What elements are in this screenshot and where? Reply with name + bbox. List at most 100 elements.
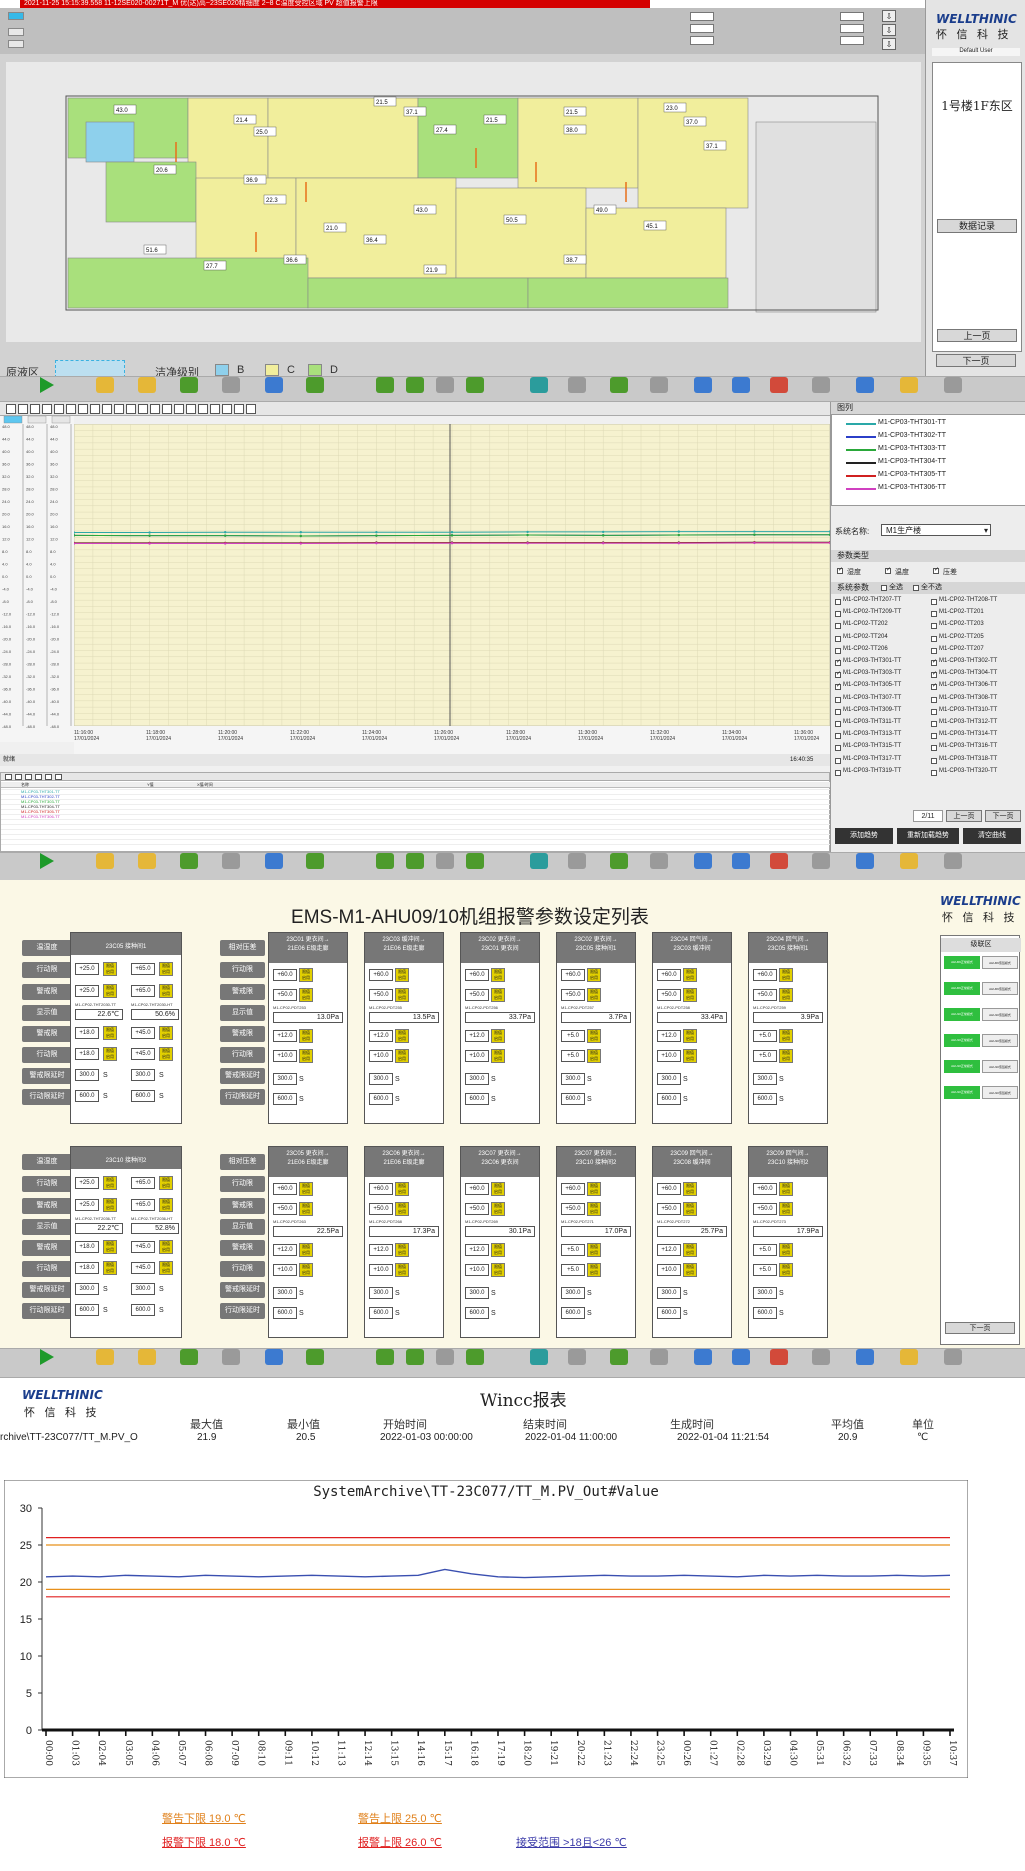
clear-curve-button[interactable]: 清空曲线	[963, 828, 1021, 844]
limit-enable-button[interactable]: 限值 启用	[683, 1243, 697, 1257]
delay-field[interactable]: 300.0	[753, 1073, 777, 1085]
delay-field[interactable]: 300.0	[657, 1073, 681, 1085]
param-checkbox[interactable]	[931, 733, 937, 740]
limit-field[interactable]: +60.0	[753, 969, 777, 981]
limit-field[interactable]: +12.0	[657, 1030, 681, 1042]
limit-enable-button[interactable]: 限值 启用	[159, 1261, 173, 1275]
param-checkbox[interactable]	[835, 708, 841, 715]
printer-icon[interactable]	[186, 404, 196, 414]
limit-field[interactable]: +60.0	[561, 1183, 585, 1195]
printer-icon[interactable]	[812, 1349, 830, 1365]
limit-enable-button[interactable]: 限值 启用	[587, 988, 601, 1002]
screen-icon[interactable]	[694, 853, 712, 869]
param-checkbox[interactable]	[835, 733, 841, 740]
limit-field[interactable]: +5.0	[561, 1030, 585, 1042]
limit-field[interactable]: +65.0	[131, 963, 155, 975]
layout-icon[interactable]	[650, 1349, 668, 1365]
cascade-duty-button[interactable]: AHU10值班模式	[982, 1086, 1018, 1099]
series-legend-label[interactable]: M1-CP03-THT304-TT	[878, 458, 946, 465]
arrow-up-icon[interactable]	[406, 1349, 424, 1365]
limit-field[interactable]: +25.0	[75, 1199, 99, 1211]
trend-icon[interactable]	[222, 853, 240, 869]
limit-field[interactable]: +25.0	[75, 1177, 99, 1189]
limit-enable-button[interactable]: 限值 启用	[587, 1182, 601, 1196]
pen-icon[interactable]	[246, 404, 256, 414]
move-icon[interactable]	[138, 404, 148, 414]
limit-field[interactable]: +10.0	[273, 1050, 297, 1062]
limit-enable-button[interactable]: 限值 启用	[159, 1026, 173, 1040]
param-type-checkbox[interactable]	[885, 566, 891, 574]
limit-field[interactable]: +10.0	[465, 1050, 489, 1062]
arrow-right-icon[interactable]	[466, 377, 484, 393]
limit-enable-button[interactable]: 限值 启用	[395, 1243, 409, 1257]
param-checkbox[interactable]	[835, 658, 841, 666]
limit-enable-button[interactable]: 限值 启用	[103, 1198, 117, 1212]
delay-field[interactable]: 600.0	[273, 1093, 297, 1105]
limit-enable-button[interactable]: 限值 启用	[159, 962, 173, 976]
delay-field[interactable]: 600.0	[465, 1307, 489, 1319]
select-all-checkbox[interactable]	[881, 585, 887, 591]
limit-field[interactable]: +50.0	[561, 1203, 585, 1215]
printer-icon[interactable]	[812, 853, 830, 869]
delay-field[interactable]: 600.0	[131, 1304, 155, 1316]
param-checkbox[interactable]	[931, 682, 937, 691]
limit-field[interactable]: +12.0	[273, 1244, 297, 1256]
limit-enable-button[interactable]: 限值 启用	[779, 1263, 793, 1277]
series-legend-label[interactable]: M1-CP03-THT303-TT	[878, 445, 946, 452]
limit-enable-button[interactable]: 限值 启用	[491, 1182, 505, 1196]
limit-enable-button[interactable]: 限值 启用	[159, 1240, 173, 1254]
print-icon[interactable]	[18, 404, 28, 414]
delay-field[interactable]: 300.0	[273, 1287, 297, 1299]
delay-field[interactable]: 300.0	[75, 1283, 99, 1295]
settings-icon[interactable]	[45, 774, 52, 780]
limit-field[interactable]: +12.0	[657, 1244, 681, 1256]
layout-icon[interactable]	[650, 853, 668, 869]
limit-field[interactable]: +45.0	[131, 1241, 155, 1253]
import-icon[interactable]	[610, 377, 628, 393]
limit-enable-button[interactable]: 限值 启用	[587, 1202, 601, 1216]
limit-field[interactable]: +45.0	[131, 1048, 155, 1060]
reload-trend-button[interactable]: 重新加载趋势	[897, 828, 959, 844]
go-last-icon[interactable]	[66, 404, 76, 414]
delay-field[interactable]: 600.0	[75, 1090, 99, 1102]
limit-enable-button[interactable]: 限值 启用	[779, 968, 793, 982]
limit-field[interactable]: +5.0	[753, 1244, 777, 1256]
arrow-down-icon[interactable]: ⇩	[882, 10, 896, 22]
limit-field[interactable]: +50.0	[657, 989, 681, 1001]
limit-footer-link[interactable]: 报警上限 26.0 ℃	[358, 1834, 442, 1850]
limit-enable-button[interactable]: 限值 启用	[587, 1263, 601, 1277]
select-none-checkbox[interactable]	[913, 585, 919, 591]
limit-enable-button[interactable]: 限值 启用	[491, 1263, 505, 1277]
limit-enable-button[interactable]: 限值 启用	[779, 988, 793, 1002]
import-icon[interactable]	[610, 853, 628, 869]
prev-page-button[interactable]: 上一页	[946, 810, 982, 822]
limit-enable-button[interactable]: 限值 启用	[683, 1263, 697, 1277]
limit-field[interactable]: +60.0	[369, 969, 393, 981]
limit-field[interactable]: +10.0	[657, 1050, 681, 1062]
limit-field[interactable]: +50.0	[753, 1203, 777, 1215]
save-icon[interactable]	[732, 377, 750, 393]
limit-field[interactable]: +10.0	[657, 1264, 681, 1276]
delay-field[interactable]: 600.0	[369, 1093, 393, 1105]
limit-field[interactable]: +12.0	[369, 1030, 393, 1042]
limit-enable-button[interactable]: 限值 启用	[159, 984, 173, 998]
limit-enable-button[interactable]: 限值 启用	[779, 1029, 793, 1043]
param-checkbox[interactable]	[835, 696, 841, 703]
delay-field[interactable]: 300.0	[561, 1073, 585, 1085]
printer-icon[interactable]	[55, 774, 62, 780]
close-icon[interactable]	[770, 853, 788, 869]
limit-field[interactable]: +65.0	[131, 1199, 155, 1211]
limit-enable-button[interactable]: 限值 启用	[299, 968, 313, 982]
param-checkbox[interactable]	[835, 670, 841, 679]
alarm-message[interactable]: 2021-11-25 15:15:39.558 11-12SE020-00271…	[20, 0, 650, 8]
delay-field[interactable]: 600.0	[131, 1090, 155, 1102]
limit-field[interactable]: +50.0	[561, 989, 585, 1001]
delay-field[interactable]: 600.0	[465, 1093, 489, 1105]
redo-icon[interactable]	[568, 853, 586, 869]
data-record-button[interactable]: 数据记录	[937, 219, 1017, 233]
limit-enable-button[interactable]: 限值 启用	[683, 988, 697, 1002]
limit-field[interactable]: +25.0	[75, 963, 99, 975]
param-checkbox[interactable]	[931, 658, 937, 666]
delay-field[interactable]: 600.0	[273, 1307, 297, 1319]
zoom-area-icon[interactable]	[102, 404, 112, 414]
